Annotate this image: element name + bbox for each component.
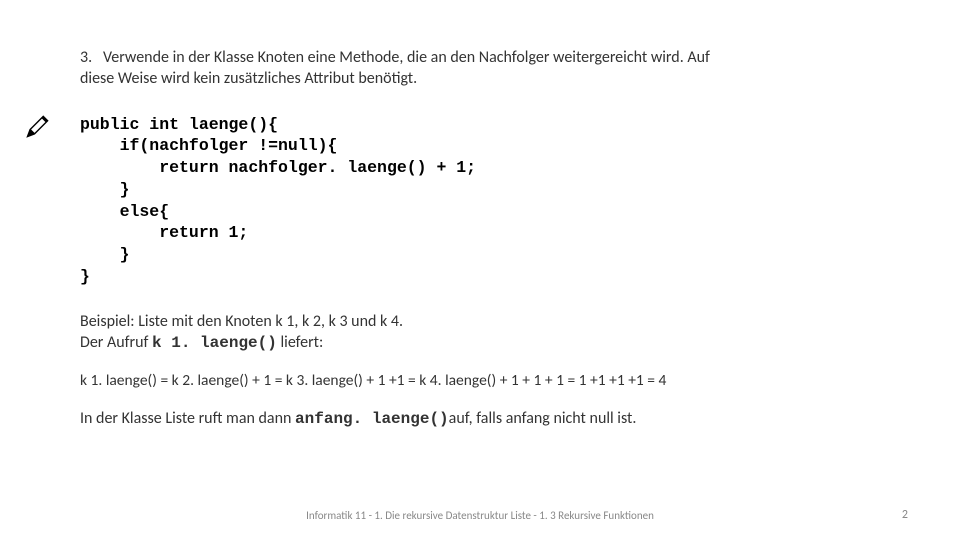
example-line2a: Der Aufruf [80,333,152,352]
note-b: auf, falls anfang nicht null ist. [449,409,637,428]
intro-paragraph: 3. Verwende in der Klasse Knoten eine Me… [80,48,880,90]
list-number: 3. [80,48,92,67]
note-paragraph: In der Klasse Liste ruft man dann anfang… [80,409,880,430]
example-line2b: liefert: [277,333,323,352]
note-a: In der Klasse Liste ruft man dann [80,409,295,428]
pencil-icon [24,112,52,140]
example-code: k 1. laenge() [152,334,277,352]
code-block: public int laenge(){ if(nachfolger !=nul… [80,114,880,288]
slide-page: 3. Verwende in der Klasse Knoten eine Me… [0,0,960,540]
example-paragraph: Beispiel: Liste mit den Knoten k 1, k 2,… [80,312,880,354]
intro-text-a: Verwende in der Klasse Knoten eine Metho… [103,48,710,67]
page-number: 2 [902,508,908,522]
intro-text-b: diese Weise wird kein zusätzliches Attri… [80,69,417,88]
chain-line: k 1. laenge() = k 2. laenge() + 1 = k 3.… [80,371,880,391]
footer-center: Informatik 11 - 1. Die rekursive Datenst… [0,509,960,522]
note-code: anfang. laenge() [295,410,449,428]
example-line1: Beispiel: Liste mit den Knoten k 1, k 2,… [80,312,403,331]
footer: Informatik 11 - 1. Die rekursive Datenst… [0,509,960,522]
